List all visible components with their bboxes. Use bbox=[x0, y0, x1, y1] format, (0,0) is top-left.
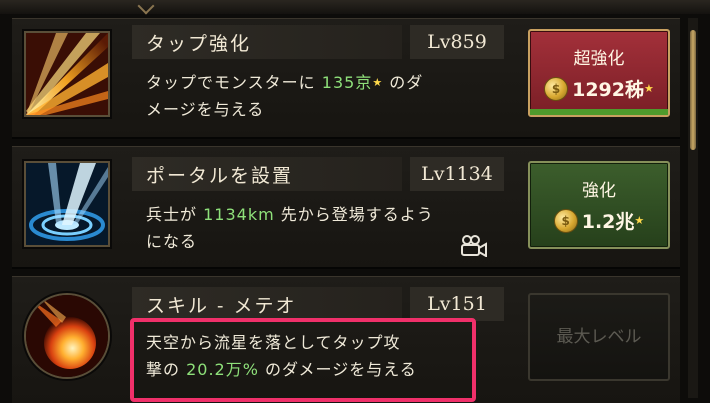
top-frame bbox=[0, 0, 710, 14]
skill-title: ポータルを設置 bbox=[146, 164, 294, 187]
value-highlight: 135京 bbox=[321, 73, 373, 92]
skill-title-bar: タップ強化 bbox=[132, 25, 402, 59]
skill-description: タップでモンスターに 135京★ のダ メージを与える bbox=[146, 73, 424, 119]
skill-title: タップ強化 bbox=[146, 32, 252, 55]
skill-title-bar: スキル - メテオ bbox=[132, 287, 402, 321]
upgrade-row-portal: ポータルを設置 Lv1134 兵士が 1134km 先から登場するよう になる … bbox=[12, 146, 680, 269]
star-icon: ★ bbox=[634, 214, 645, 227]
skill-title-bar: ポータルを設置 bbox=[132, 157, 402, 191]
star-icon: ★ bbox=[372, 76, 384, 89]
super-upgrade-button[interactable]: 超強化 $ 1292秭 ★ bbox=[528, 29, 670, 117]
skill-title: スキル - メテオ bbox=[146, 294, 297, 317]
progress-strip bbox=[530, 109, 668, 115]
upgrade-row-tap: タップ強化 Lv859 タップでモンスターに 135京★ のダ メージを与える … bbox=[12, 18, 680, 139]
button-label: 最大レベル bbox=[556, 326, 642, 347]
value-highlight: 1134km bbox=[203, 205, 275, 224]
button-label: 超強化 bbox=[573, 49, 625, 69]
upgrade-button[interactable]: 強化 $ 1.2兆 ★ bbox=[528, 161, 670, 249]
tap-rays-icon bbox=[24, 31, 110, 117]
skill-description: 兵士が 1134km 先から登場するよう になる bbox=[146, 205, 434, 251]
button-label: 強化 bbox=[582, 181, 616, 201]
camera-icon[interactable] bbox=[460, 235, 488, 257]
coin-icon: $ bbox=[553, 208, 578, 233]
level-label: Lv1134 bbox=[410, 157, 504, 191]
scrollbar-thumb[interactable] bbox=[690, 30, 696, 150]
portal-icon bbox=[24, 161, 110, 247]
meteor-icon bbox=[24, 293, 110, 379]
star-icon: ★ bbox=[644, 82, 654, 95]
level-label: Lv151 bbox=[410, 287, 504, 321]
button-cost: $ 1.2兆 ★ bbox=[553, 207, 645, 234]
highlight-box bbox=[130, 318, 476, 402]
level-label: Lv859 bbox=[410, 25, 504, 59]
max-level-button: 最大レベル bbox=[528, 293, 670, 381]
coin-icon: $ bbox=[544, 76, 569, 101]
button-cost: $ 1292秭 ★ bbox=[544, 75, 654, 102]
